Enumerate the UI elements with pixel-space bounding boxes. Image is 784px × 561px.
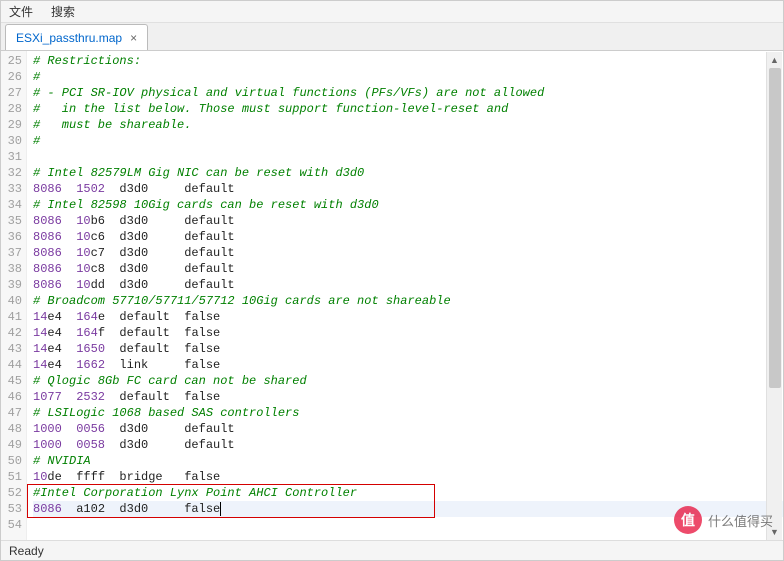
line-number: 29 bbox=[1, 117, 22, 133]
menu-search[interactable]: 搜索 bbox=[51, 3, 75, 20]
tab-title: ESXi_passthru.map bbox=[16, 31, 122, 45]
editor[interactable]: 2526272829303132333435363738394041424344… bbox=[1, 51, 783, 541]
tab-esxi-passthru[interactable]: ESXi_passthru.map × bbox=[5, 24, 148, 50]
code-line[interactable]: # NVIDIA bbox=[33, 453, 783, 469]
line-number: 49 bbox=[1, 437, 22, 453]
code-line[interactable]: 10de ffff bridge false bbox=[33, 469, 783, 485]
line-number: 38 bbox=[1, 261, 22, 277]
code-line[interactable]: # LSILogic 1068 based SAS controllers bbox=[33, 405, 783, 421]
tab-bar: ESXi_passthru.map × bbox=[1, 23, 783, 51]
line-number: 27 bbox=[1, 85, 22, 101]
code-line[interactable]: 14e4 164e default false bbox=[33, 309, 783, 325]
code-line[interactable]: # must be shareable. bbox=[33, 117, 783, 133]
line-number: 44 bbox=[1, 357, 22, 373]
line-number-gutter: 2526272829303132333435363738394041424344… bbox=[1, 51, 27, 541]
code-line[interactable]: # bbox=[33, 69, 783, 85]
code-line[interactable]: # Intel 82579LM Gig NIC can be reset wit… bbox=[33, 165, 783, 181]
line-number: 50 bbox=[1, 453, 22, 469]
code-line[interactable]: # Intel 82598 10Gig cards can be reset w… bbox=[33, 197, 783, 213]
code-line[interactable]: 8086 1502 d3d0 default bbox=[33, 181, 783, 197]
code-line[interactable]: # Restrictions: bbox=[33, 53, 783, 69]
scroll-thumb[interactable] bbox=[769, 68, 781, 388]
code-line[interactable]: # bbox=[33, 133, 783, 149]
code-line[interactable]: # - PCI SR-IOV physical and virtual func… bbox=[33, 85, 783, 101]
line-number: 31 bbox=[1, 149, 22, 165]
status-text: Ready bbox=[9, 544, 44, 558]
line-number: 40 bbox=[1, 293, 22, 309]
menu-file[interactable]: 文件 bbox=[9, 3, 33, 20]
line-number: 26 bbox=[1, 69, 22, 85]
line-number: 54 bbox=[1, 517, 22, 533]
code-line[interactable]: 14e4 1662 link false bbox=[33, 357, 783, 373]
line-number: 43 bbox=[1, 341, 22, 357]
code-line[interactable] bbox=[33, 517, 783, 533]
vertical-scrollbar[interactable]: ▲ ▼ bbox=[766, 52, 782, 540]
code-line[interactable]: 8086 10c8 d3d0 default bbox=[33, 261, 783, 277]
line-number: 32 bbox=[1, 165, 22, 181]
line-number: 34 bbox=[1, 197, 22, 213]
scroll-down-icon[interactable]: ▼ bbox=[767, 524, 782, 540]
line-number: 42 bbox=[1, 325, 22, 341]
code-line[interactable]: 8086 10dd d3d0 default bbox=[33, 277, 783, 293]
code-line[interactable]: 14e4 164f default false bbox=[33, 325, 783, 341]
text-caret bbox=[220, 502, 221, 516]
line-number: 41 bbox=[1, 309, 22, 325]
code-line[interactable]: 8086 10b6 d3d0 default bbox=[33, 213, 783, 229]
line-number: 36 bbox=[1, 229, 22, 245]
code-line[interactable]: # in the list below. Those must support … bbox=[33, 101, 783, 117]
code-line[interactable]: 1000 0058 d3d0 default bbox=[33, 437, 783, 453]
menu-bar: 文件 搜索 bbox=[1, 1, 783, 23]
line-number: 47 bbox=[1, 405, 22, 421]
code-line[interactable]: # Broadcom 57710/57711/57712 10Gig cards… bbox=[33, 293, 783, 309]
code-area[interactable]: # Restrictions:## - PCI SR-IOV physical … bbox=[27, 51, 783, 541]
code-line[interactable] bbox=[33, 149, 783, 165]
line-number: 25 bbox=[1, 53, 22, 69]
close-icon[interactable]: × bbox=[130, 31, 137, 45]
line-number: 46 bbox=[1, 389, 22, 405]
code-line[interactable]: 1077 2532 default false bbox=[33, 389, 783, 405]
scroll-up-icon[interactable]: ▲ bbox=[767, 52, 782, 68]
code-line[interactable]: 8086 10c6 d3d0 default bbox=[33, 229, 783, 245]
line-number: 39 bbox=[1, 277, 22, 293]
line-number: 53 bbox=[1, 501, 22, 517]
code-line[interactable]: 14e4 1650 default false bbox=[33, 341, 783, 357]
line-number: 52 bbox=[1, 485, 22, 501]
line-number: 37 bbox=[1, 245, 22, 261]
code-line[interactable]: 8086 a102 d3d0 false bbox=[33, 501, 783, 517]
line-number: 35 bbox=[1, 213, 22, 229]
line-number: 45 bbox=[1, 373, 22, 389]
line-number: 48 bbox=[1, 421, 22, 437]
line-number: 28 bbox=[1, 101, 22, 117]
code-line[interactable]: # Qlogic 8Gb FC card can not be shared bbox=[33, 373, 783, 389]
line-number: 30 bbox=[1, 133, 22, 149]
line-number: 51 bbox=[1, 469, 22, 485]
status-bar: Ready bbox=[1, 540, 783, 560]
code-line[interactable]: 1000 0056 d3d0 default bbox=[33, 421, 783, 437]
code-line[interactable]: #Intel Corporation Lynx Point AHCI Contr… bbox=[33, 485, 783, 501]
line-number: 33 bbox=[1, 181, 22, 197]
code-line[interactable]: 8086 10c7 d3d0 default bbox=[33, 245, 783, 261]
